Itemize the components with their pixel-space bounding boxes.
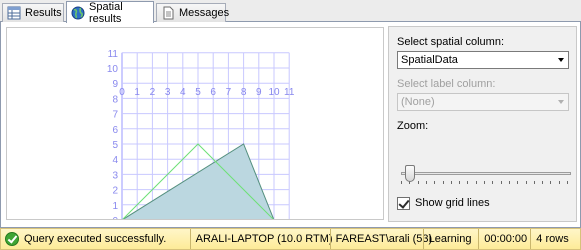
tab-spatial-results-label: Spatial results	[89, 0, 123, 25]
chevron-down-icon	[558, 100, 564, 104]
zoom-slider-tick	[517, 181, 519, 184]
zoom-slider[interactable]	[397, 164, 571, 184]
label-column-select[interactable]: (None)	[397, 93, 569, 111]
zoom-label: Zoom:	[397, 120, 429, 132]
x-tick-label: 9	[256, 87, 262, 98]
status-rows: 4 rows	[530, 229, 580, 249]
status-user: FAREAST\arali (53)	[329, 229, 432, 249]
x-tick-label: 8	[241, 87, 247, 98]
zoom-slider-tick	[500, 181, 502, 184]
x-tick-label: 4	[180, 87, 186, 98]
x-tick-label: 1	[134, 87, 140, 98]
y-tick-label: 4	[112, 155, 118, 166]
y-tick-label: 8	[112, 94, 118, 105]
zoom-slider-thumb[interactable]	[405, 165, 416, 182]
tab-results-label: Results	[25, 7, 62, 19]
zoom-slider-tick	[450, 181, 452, 184]
zoom-slider-tick	[417, 181, 419, 184]
y-tick-label: 10	[107, 64, 119, 75]
tab-spatial-results[interactable]: Spatial results	[66, 0, 154, 25]
status-message: Query executed successfully.	[1, 229, 190, 249]
tab-messages[interactable]: Messages	[156, 3, 230, 22]
label-column-label: Select label column:	[397, 78, 496, 90]
success-check-icon	[5, 232, 19, 246]
tab-results[interactable]: Results	[2, 3, 64, 22]
y-tick-label: 11	[108, 49, 119, 60]
document-icon	[163, 6, 174, 20]
x-tick-label: 11	[284, 87, 295, 98]
y-tick-label: 6	[112, 125, 118, 136]
zoom-slider-tick	[542, 181, 544, 184]
status-message-text: Query executed successfully.	[24, 233, 167, 245]
zoom-slider-tick	[459, 181, 461, 184]
zoom-slider-tick	[475, 181, 477, 184]
zoom-slider-track	[401, 172, 571, 175]
zoom-slider-tick	[467, 181, 469, 184]
tab-messages-label: Messages	[179, 7, 230, 19]
label-column-value: (None)	[401, 96, 435, 108]
show-grid-label[interactable]: Show grid lines	[415, 197, 490, 209]
y-tick-label: 5	[112, 140, 118, 151]
chevron-down-icon	[558, 58, 564, 62]
x-tick-label: 10	[268, 87, 280, 98]
zoom-slider-tick	[492, 181, 494, 184]
spatial-column-select[interactable]: SpatialData	[397, 51, 569, 69]
zoom-slider-tick	[508, 181, 510, 184]
y-tick-label: 1	[112, 201, 118, 212]
zoom-slider-tick	[442, 181, 444, 184]
status-server: ARALI-LAPTOP (10.0 RTM)	[189, 229, 333, 249]
y-tick-label: 2	[112, 186, 118, 197]
spatial-column-label: Select spatial column:	[397, 36, 504, 48]
x-tick-label: 5	[195, 87, 201, 98]
status-bar: Query executed successfully. ARALI-LAPTO…	[0, 228, 581, 250]
spatial-map-view[interactable]: 0011223344556677889910101111	[6, 27, 384, 220]
zoom-slider-tick	[434, 181, 436, 184]
x-tick-label: 3	[165, 87, 171, 98]
x-tick-label: 0	[119, 87, 125, 98]
grid-icon	[7, 6, 21, 20]
status-database: Learning	[422, 229, 479, 249]
y-tick-label: 7	[112, 110, 118, 121]
zoom-slider-tick	[533, 181, 535, 184]
zoom-slider-tick	[401, 181, 402, 184]
x-tick-label: 6	[210, 87, 216, 98]
globe-icon	[71, 6, 85, 19]
zoom-slider-tick	[484, 181, 485, 184]
zoom-slider-tick	[550, 181, 552, 184]
spatial-results-pane: 0011223344556677889910101111 Select spat…	[0, 22, 581, 228]
spatial-map-canvas[interactable]: 0011223344556677889910101111	[7, 28, 383, 219]
show-grid-checkbox[interactable]	[397, 197, 410, 210]
zoom-slider-tick	[525, 181, 527, 184]
status-elapsed: 00:00:00	[478, 229, 530, 249]
zoom-slider-tick	[425, 181, 427, 184]
zoom-slider-tick	[567, 181, 568, 184]
results-tab-bar: Results Spatial results Messages	[0, 0, 581, 25]
zoom-slider-tick	[558, 181, 560, 184]
y-tick-label: 3	[112, 170, 118, 181]
y-tick-label: 9	[112, 79, 118, 90]
y-tick-label: 0	[112, 216, 118, 219]
x-tick-label: 2	[150, 87, 156, 98]
x-tick-label: 7	[226, 87, 232, 98]
spatial-column-value: SpatialData	[401, 54, 458, 66]
spatial-options-panel: Select spatial column: SpatialData Selec…	[388, 26, 577, 222]
